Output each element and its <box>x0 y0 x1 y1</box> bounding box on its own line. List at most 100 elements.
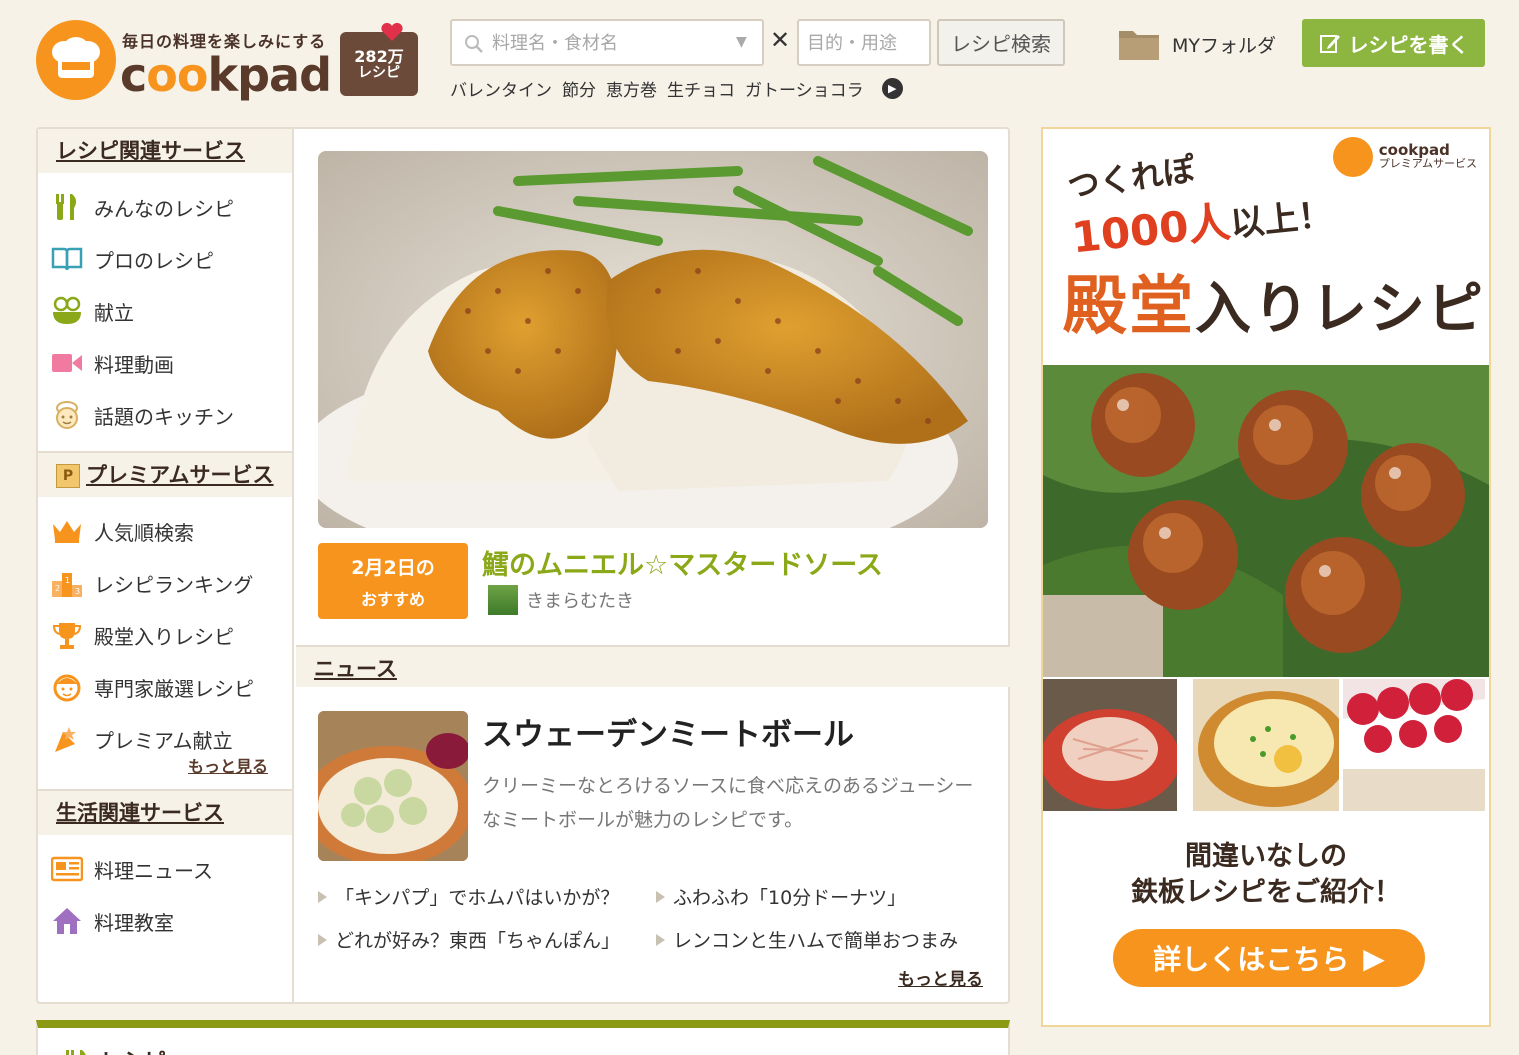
news-image[interactable] <box>318 711 468 861</box>
heart-icon <box>381 22 403 41</box>
sidebar: レシピ関連サービス みんなのレシピ プロのレシピ 献立 料理動画 話題のキッチン… <box>38 129 294 1002</box>
sidebar-item-label: プロのレシピ <box>94 248 214 273</box>
logo-wordmark: cookpad <box>120 48 332 102</box>
news-link-label: どれが好み？東西「ちゃんぽん」 <box>335 930 621 952</box>
myfolder-link[interactable]: MYフォルダ <box>1118 27 1276 61</box>
sidebar-item-expert-recipes[interactable]: 専門家厳選レシピ <box>38 661 292 713</box>
keyword-link[interactable]: バレンタイン <box>450 76 552 101</box>
premium-p-icon: P <box>56 464 80 488</box>
house-icon <box>50 905 84 937</box>
news-description: クリーミーなとろけるソースに食べ応えのあるジューシーなミートボールが魅力のレシピ… <box>482 775 974 831</box>
daily-pick-label: おすすめ <box>360 590 425 609</box>
sidebar-section-premium[interactable]: P プレミアムサービス <box>38 453 292 497</box>
sidebar-item-label: みんなのレシピ <box>94 196 234 221</box>
sidebar-item-popular-search[interactable]: 人気順検索 <box>38 505 292 557</box>
sidebar-section-recipe-services[interactable]: レシピ関連サービス <box>38 129 292 173</box>
featured-recipe-author[interactable]: きまらむたき <box>488 585 634 615</box>
news-links: 「キンパプ」でホムパはいかが？ ふわふわ「10分ドーナツ」 どれが好み？東西「ち… <box>318 883 998 953</box>
recipe-count-badge: 282万 レシピ <box>340 22 418 96</box>
keyword-link[interactable]: 恵方巻 <box>606 76 657 101</box>
bullet-triangle-icon <box>318 933 327 946</box>
news-section-title[interactable]: ニュース <box>296 645 1010 687</box>
sidebar-item-everyone-recipes[interactable]: みんなのレシピ <box>38 181 292 233</box>
sidebar-item-ranking[interactable]: 12 3 レシピランキング <box>38 557 292 609</box>
next-arrow-icon[interactable]: ▶ <box>881 78 903 99</box>
news-link[interactable]: レンコンと生ハムで簡単おつまみ <box>656 926 996 953</box>
sidebar-item-menu[interactable]: 献立 <box>38 285 292 337</box>
news-link[interactable]: ふわふわ「10分ドーナツ」 <box>656 883 996 910</box>
news-link[interactable]: どれが好み？東西「ちゃんぽん」 <box>318 926 656 953</box>
ad-details-label: 詳しくはこちら <box>1153 943 1350 976</box>
trophy-icon <box>50 619 84 651</box>
purpose-input[interactable] <box>807 29 923 57</box>
ad-line2-small: 以上！ <box>1228 194 1334 245</box>
crown-icon <box>50 515 84 547</box>
ad-line3: 殿堂入りレシピ <box>1063 255 1485 347</box>
ad-details-button[interactable]: 詳しくはこちら ▶ <box>1113 929 1425 987</box>
chef-hat-logo-icon <box>36 20 116 100</box>
fork-knife-icon <box>50 191 84 223</box>
author-name: きまらむたき <box>526 591 634 612</box>
ad-line3-big: 殿堂 <box>1063 270 1195 344</box>
news-link[interactable]: 「キンパプ」でホムパはいかが？ <box>318 883 656 910</box>
clear-icon[interactable]: ✕ <box>770 26 790 54</box>
chef-face-icon <box>50 399 84 431</box>
search-input[interactable] <box>492 29 732 57</box>
dropdown-arrow-icon[interactable]: ▼ <box>736 34 747 50</box>
sidebar-more-link[interactable]: もっと見る <box>188 753 268 777</box>
write-recipe-button[interactable]: レシピを書く <box>1302 19 1485 67</box>
daily-pick-date: 2月2日の <box>351 557 435 579</box>
keyword-link[interactable]: ガトーショコラ <box>745 76 864 101</box>
fork-knife-icon <box>66 1050 86 1055</box>
news-link-label: レンコンと生ハムで簡単おつまみ <box>673 930 959 952</box>
recipes-panel: レシピ <box>36 1020 1010 1055</box>
party-popper-icon <box>50 723 84 755</box>
premium-ad-banner[interactable]: cookpadプレミアムサービス つくれぽ 1000人以上！ 殿堂入りレシピ <box>1041 127 1491 1027</box>
sidebar-item-trending-kitchens[interactable]: 話題のキッチン <box>38 389 292 441</box>
svg-text:2: 2 <box>55 584 60 593</box>
folder-icon <box>1119 31 1159 60</box>
sidebar-item-videos[interactable]: 料理動画 <box>38 337 292 389</box>
bullet-triangle-icon <box>656 890 665 903</box>
ad-thumb-doria <box>1193 679 1339 811</box>
sidebar-item-pro-recipes[interactable]: プロのレシピ <box>38 233 292 285</box>
ad-meatball-image <box>1043 365 1489 677</box>
sidebar-item-label: プレミアム献立 <box>94 728 233 753</box>
sidebar-item-cooking-news[interactable]: 料理ニュース <box>38 843 292 895</box>
video-camera-icon <box>50 347 84 379</box>
featured-recipe-title[interactable]: 鱈のムニエル☆マスタードソース <box>482 543 883 582</box>
podium-icon: 12 3 <box>50 567 84 599</box>
sidebar-item-hall-of-fame[interactable]: 殿堂入りレシピ <box>38 609 292 661</box>
search-icon <box>465 35 483 53</box>
sidebar-section-life-services[interactable]: 生活関連サービス <box>38 791 292 835</box>
recipes-panel-label: レシピ <box>100 1044 166 1055</box>
sidebar-item-cooking-classes[interactable]: 料理教室 <box>38 895 292 947</box>
sidebar-item-label: 専門家厳選レシピ <box>94 676 254 701</box>
ad-thumb-salad <box>1043 679 1189 811</box>
myfolder-label: MYフォルダ <box>1172 34 1276 57</box>
sidebar-section-premium-label: プレミアムサービス <box>86 463 274 487</box>
ad-footer-line1: 間違いなしの <box>1185 841 1347 872</box>
featured-recipe-image[interactable] <box>318 151 988 528</box>
svg-text:1: 1 <box>65 576 70 585</box>
bullet-triangle-icon <box>318 890 327 903</box>
ad-line3-small: 入りレシピ <box>1195 277 1485 342</box>
sidebar-item-label: 人気順検索 <box>94 520 194 545</box>
expert-face-icon <box>50 671 84 703</box>
daily-pick-badge: 2月2日の おすすめ <box>318 543 468 619</box>
sidebar-item-label: 料理ニュース <box>94 858 213 883</box>
recipes-panel-title: レシピ <box>62 1044 166 1055</box>
recipe-search-button[interactable]: レシピ検索 <box>937 19 1065 66</box>
ad-logo-sub: プレミアムサービス <box>1378 157 1477 170</box>
keyword-link[interactable]: 節分 <box>562 76 596 101</box>
svg-text:3: 3 <box>75 587 80 596</box>
news-more-link[interactable]: もっと見る <box>898 965 983 990</box>
news-title[interactable]: スウェーデンミートボール <box>482 709 854 754</box>
sidebar-item-label: 殿堂入りレシピ <box>94 624 234 649</box>
keyword-link[interactable]: 生チョコ <box>667 76 735 101</box>
recipe-count: 282万 <box>354 47 404 66</box>
author-avatar <box>488 585 518 615</box>
ad-header: cookpad プレミアムサービス つくれぽ 1000人以上！ 殿堂入りレシピ <box>1043 129 1489 365</box>
purpose-box <box>797 19 931 66</box>
cookpad-logo[interactable]: 毎日の料理を楽しみにする cookpad 282万 レシピ <box>36 20 426 102</box>
